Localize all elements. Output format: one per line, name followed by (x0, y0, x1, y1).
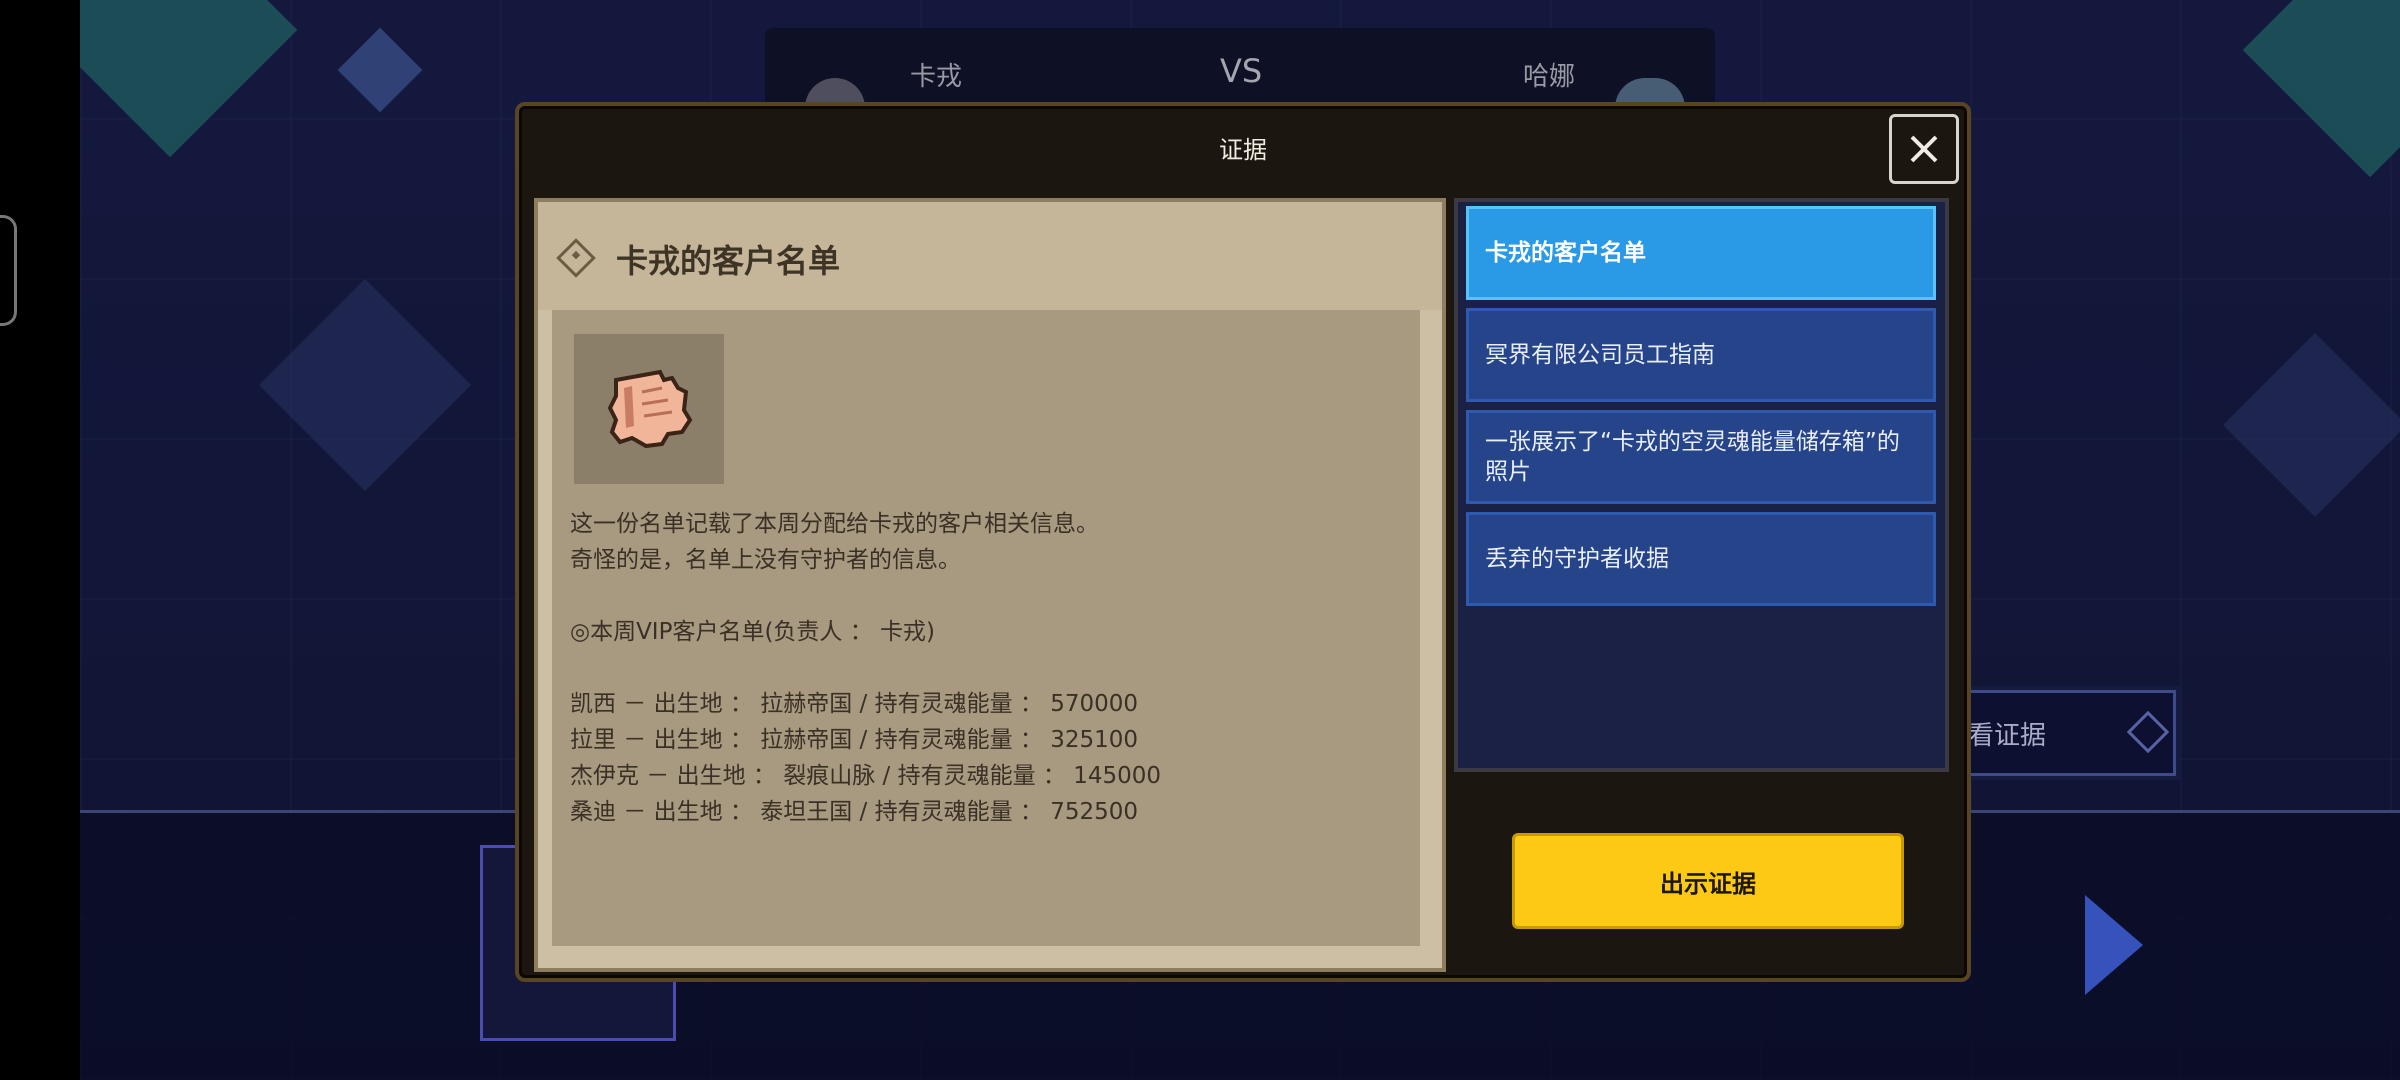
evidence-list-item-label: 丢弃的守护者收据 (1485, 546, 1669, 572)
diamond-bullet-icon (556, 238, 596, 278)
evidence-modal: 证据 卡戎的客户名单 这一份名单记载了本周分配给卡戎的客户相关信息。 奇怪的是，… (515, 102, 1971, 982)
evidence-list-item-label: 一张展示了“卡戎的空灵魂能量储存箱”的照片 (1485, 429, 1900, 485)
close-icon (1910, 135, 1938, 163)
diamond-icon (2126, 710, 2170, 754)
next-arrow-icon (2085, 895, 2143, 995)
present-evidence-button[interactable]: 出示证据 (1512, 833, 1904, 929)
evidence-item-image (574, 334, 724, 484)
vs-label: VS (1220, 52, 1263, 90)
evidence-description: 这一份名单记载了本周分配给卡戎的客户相关信息。 奇怪的是，名单上没有守护者的信息… (570, 511, 1162, 825)
crystal-decoration (80, 0, 298, 158)
modal-title: 证据 (1219, 136, 1267, 164)
evidence-list-item[interactable]: 冥界有限公司员工指南 (1466, 308, 1936, 402)
evidence-list-item-label: 冥界有限公司员工指南 (1485, 342, 1715, 368)
close-button[interactable] (1889, 114, 1959, 184)
side-handle[interactable] (0, 215, 17, 326)
crystal-decoration (258, 278, 472, 492)
evidence-detail-body[interactable]: 这一份名单记载了本周分配给卡戎的客户相关信息。 奇怪的是，名单上没有守护者的信息… (552, 310, 1420, 946)
evidence-detail-panel: 卡戎的客户名单 这一份名单记载了本周分配给卡戎的客户相关信息。 奇怪的是，名单上… (534, 198, 1446, 972)
evidence-detail-header: 卡戎的客户名单 (538, 202, 1442, 310)
left-character-name: 卡戎 (910, 62, 963, 92)
crystal-decoration (2223, 333, 2400, 517)
evidence-list[interactable]: 卡戎的客户名单 冥界有限公司员工指南 一张展示了“卡戎的空灵魂能量储存箱”的照片… (1454, 198, 1949, 772)
scroll-icon (607, 369, 693, 449)
crystal-decoration (337, 27, 423, 113)
right-character-name: 哈娜 (1522, 62, 1575, 92)
evidence-list-item[interactable]: 丢弃的守护者收据 (1466, 512, 1936, 606)
evidence-list-item-label: 卡戎的客户名单 (1485, 240, 1646, 266)
evidence-detail-title: 卡戎的客户名单 (616, 242, 841, 280)
view-evidence-label: 看证据 (1968, 721, 2047, 751)
view-evidence-button: 看证据 (1946, 686, 2180, 780)
evidence-list-item[interactable]: 一张展示了“卡戎的空灵魂能量储存箱”的照片 (1466, 410, 1936, 504)
crystal-decoration (2242, 0, 2400, 178)
evidence-list-item[interactable]: 卡戎的客户名单 (1466, 206, 1936, 300)
